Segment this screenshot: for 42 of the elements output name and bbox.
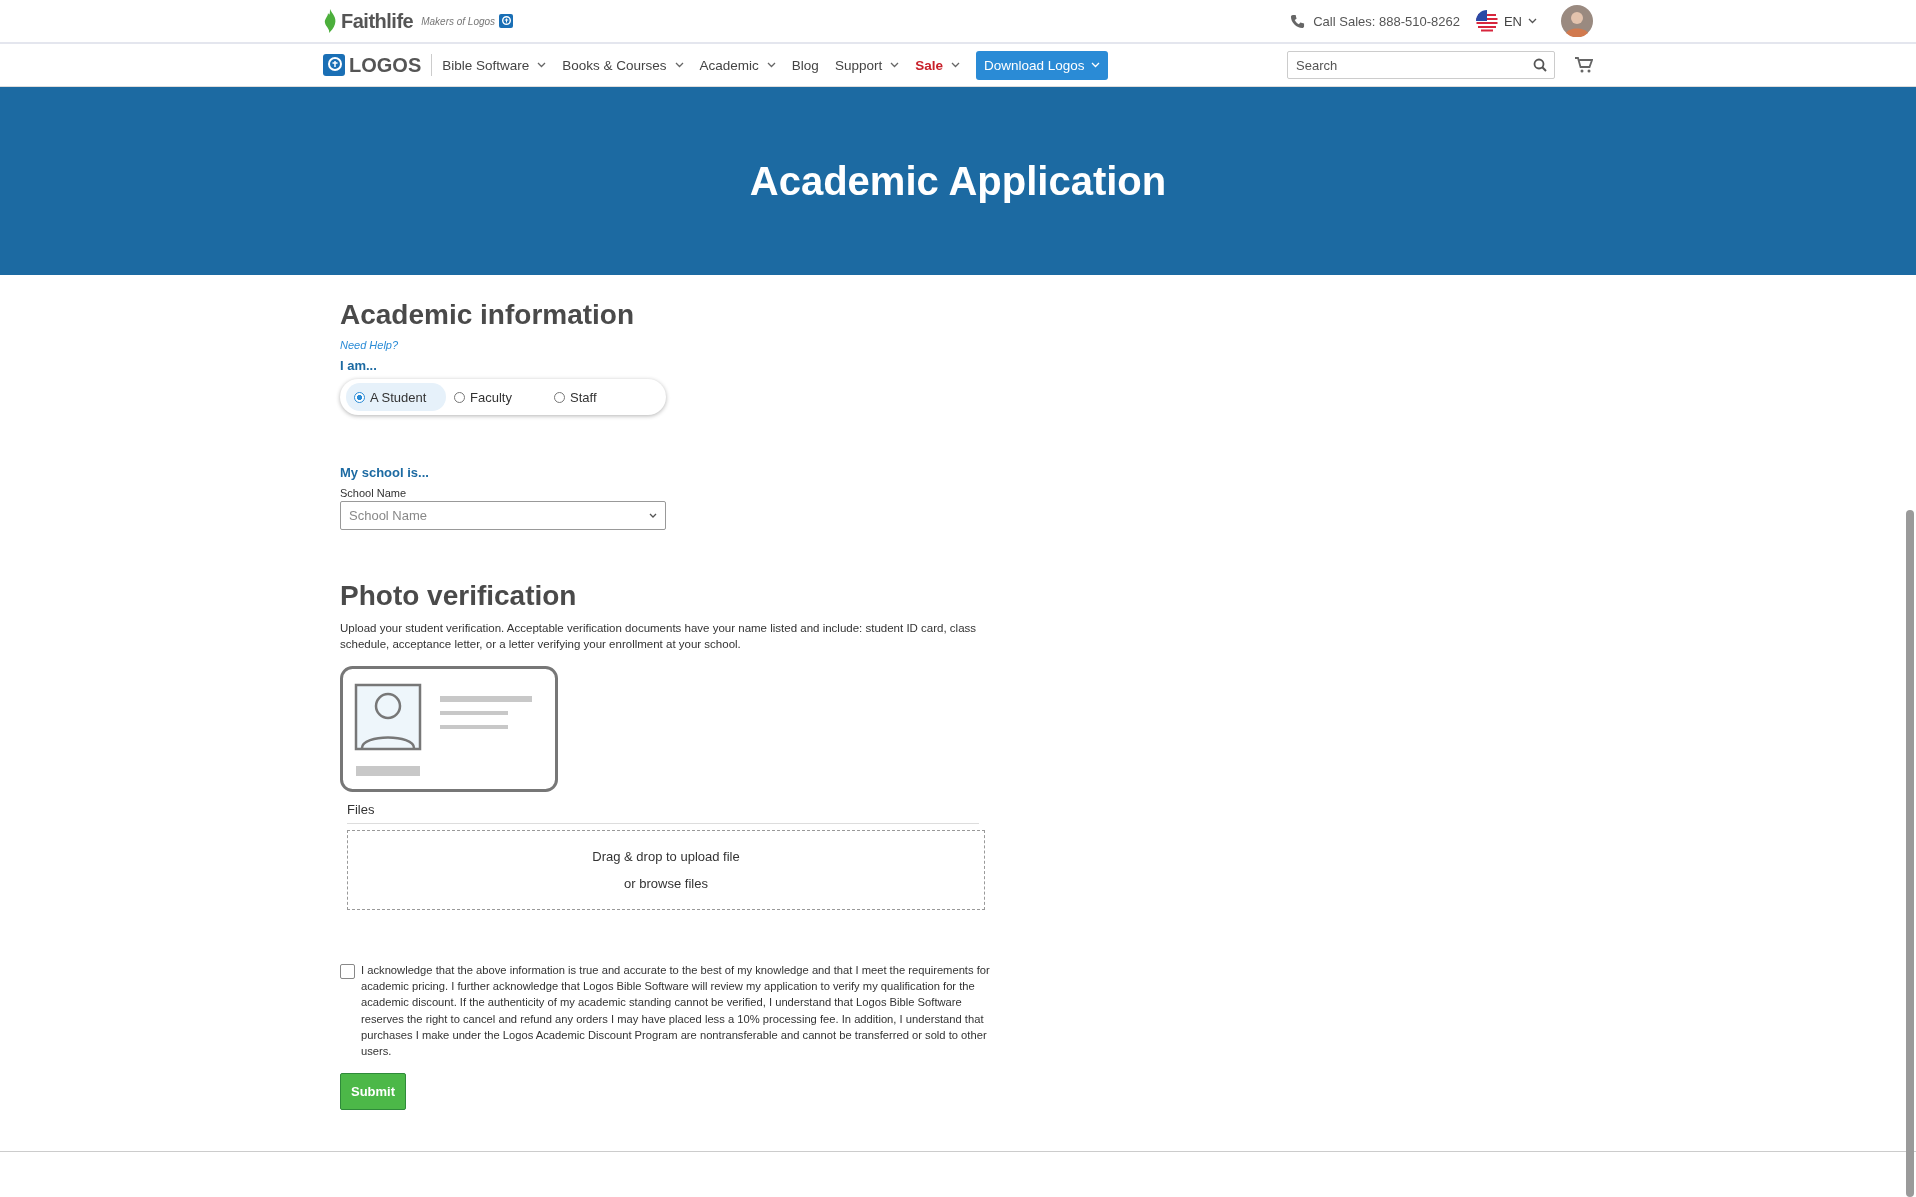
description-text: Upload your student verification. Acceptable verification documents have your name listed and include: student ID card, class schedule, acceptance letter, or a letter verifying your enrollment at your school. [340, 621, 978, 652]
phone-icon [1290, 13, 1306, 29]
flame-icon [323, 9, 337, 33]
page-title: Academic Application [749, 158, 1167, 204]
call-sales-text: Call Sales: 888-510-8262 [1313, 13, 1460, 29]
nav-link[interactable]: Sale [915, 57, 960, 73]
search-field[interactable]: Search [1287, 51, 1555, 79]
nav-link[interactable]: Blog [791, 57, 819, 73]
browse-link[interactable]: or browse files [624, 876, 708, 891]
field-label: School Name [340, 487, 407, 499]
nav-link[interactable]: Books & Courses [562, 57, 684, 73]
nav-link[interactable]: Bible Software [442, 57, 547, 73]
flag-icon [1475, 10, 1498, 32]
file-drop-zone[interactable]: Drag & drop to upload file or browse files [347, 830, 985, 910]
role-option[interactable]: A Student [346, 383, 446, 411]
logos-logo[interactable]: LOGOS [323, 53, 422, 77]
nav-link[interactable]: Support [834, 57, 900, 73]
help-link[interactable]: Need Help? [340, 339, 399, 351]
logos-icon [499, 14, 514, 28]
question-label: I am... [340, 358, 377, 373]
school-select[interactable]: School Name [340, 501, 666, 530]
question-label: My school is... [340, 465, 429, 480]
tagline: Makers of Logos [421, 15, 496, 27]
avatar-icon[interactable] [1561, 5, 1593, 37]
caret-icon [649, 513, 657, 518]
drop-text: Drag & drop to upload file [592, 849, 740, 864]
section-heading: Photo verification [340, 580, 577, 612]
search-icon[interactable] [1533, 58, 1547, 72]
role-option[interactable]: Faculty [446, 383, 546, 411]
role-option[interactable]: Staff [546, 383, 646, 411]
checkbox[interactable] [340, 964, 355, 979]
acknowledgement-text: I acknowledge that the above information is true and accurate to the best of my knowledge and that I meet the requirements for academic pricing. I further acknowledge that Logos Bible Software will review my application to verify my qualification for the academic discount. If the authenticity of my academic standing cannot be verified, I understand that Logos Bible Software reserves the right to cancel and refund any orders I may have placed less a 10% processing fee. In addition, I understand that purchases I make under the Logos Academic Discount Program are nontransferable and cannot be transferred or sold to other users. [361, 963, 991, 1059]
cart-icon[interactable] [1575, 57, 1593, 73]
download-button[interactable]: Download Logos [975, 50, 1108, 80]
brand-link[interactable]: Faithlife [341, 9, 414, 33]
nav-link[interactable]: Academic [699, 57, 776, 73]
language-selector[interactable]: EN [1475, 10, 1537, 32]
scrollbar[interactable] [1906, 510, 1914, 1197]
section-heading: Academic information [340, 299, 635, 331]
role-selector[interactable]: A Student Faculty Staff [340, 379, 666, 415]
caret-icon [1528, 18, 1537, 24]
field-label: Files [347, 802, 979, 824]
